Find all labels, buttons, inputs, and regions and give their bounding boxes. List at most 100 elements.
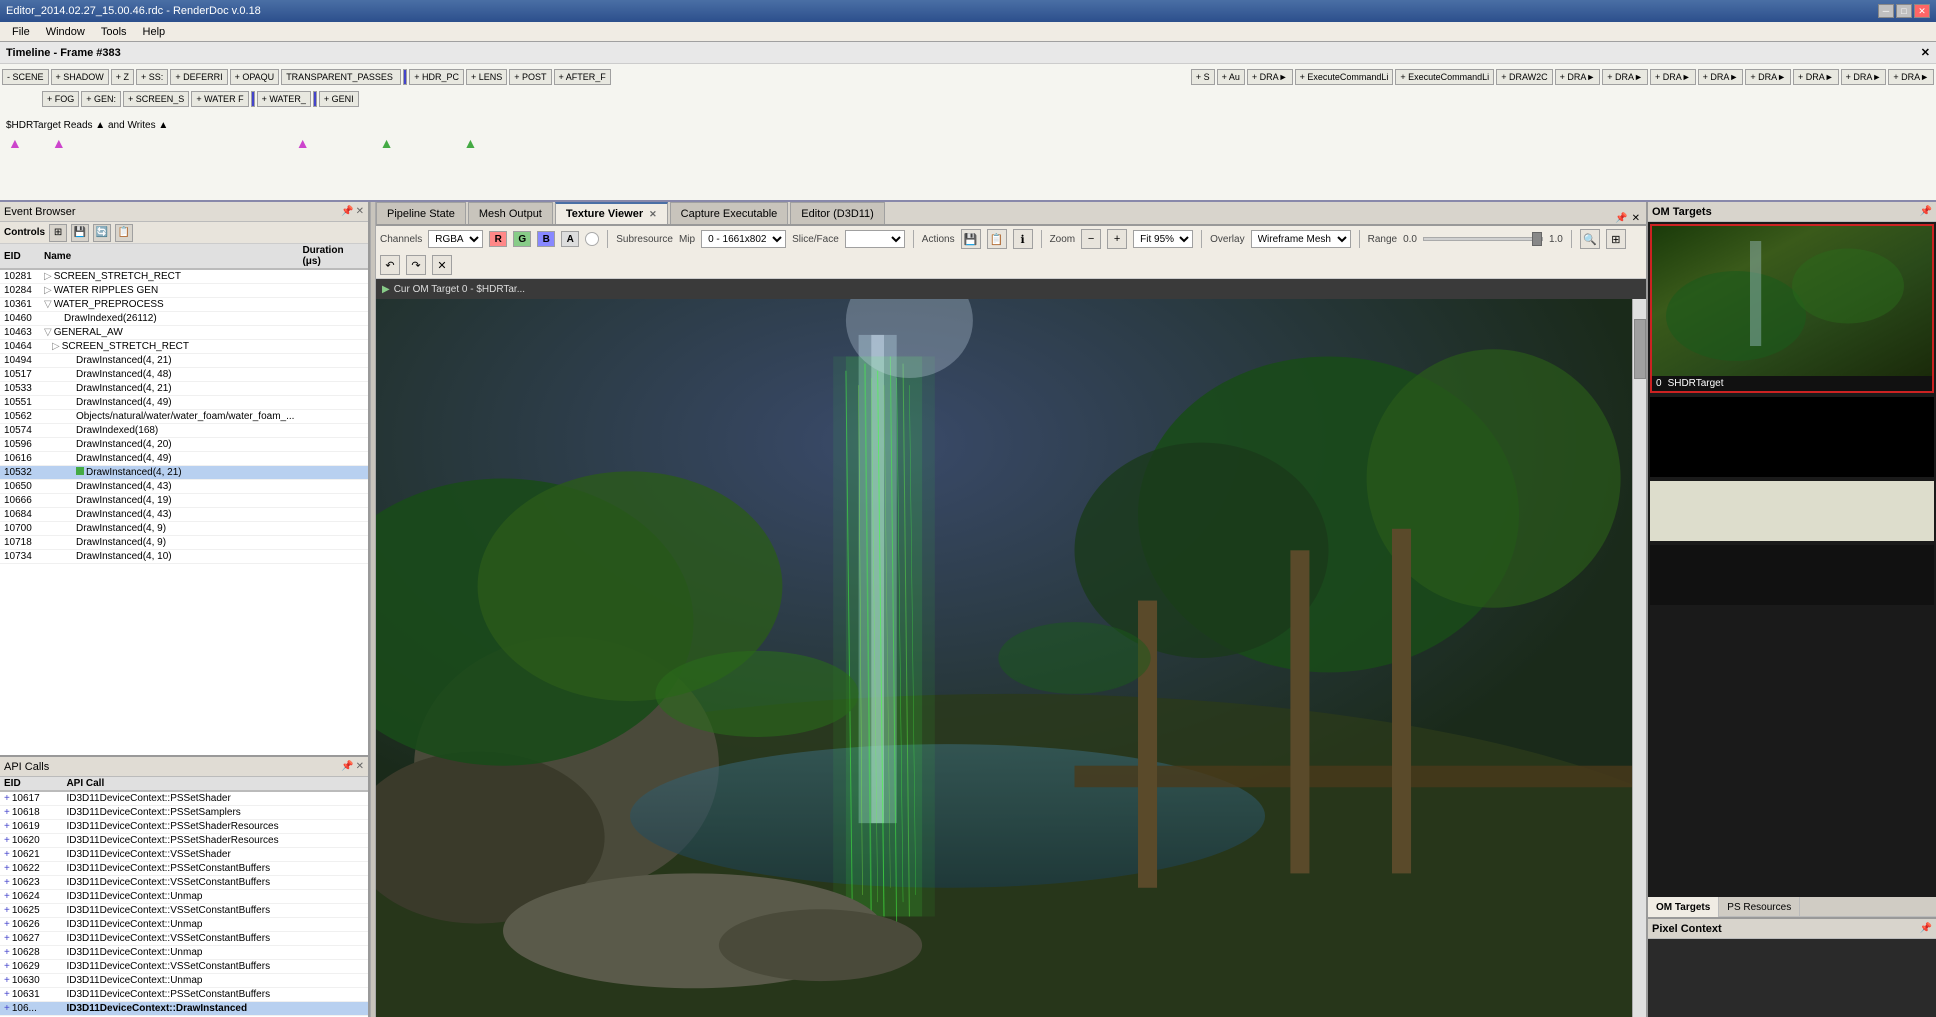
- tl-item[interactable]: + SHADOW: [51, 69, 109, 85]
- tl-item[interactable]: + POST: [509, 69, 551, 85]
- fit-dropdown[interactable]: Fit 95%: [1133, 230, 1193, 248]
- om-tab-ps-resources[interactable]: PS Resources: [1719, 897, 1800, 917]
- tl-item[interactable]: + S: [1191, 69, 1215, 85]
- api-row-10625[interactable]: +10625ID3D11DeviceContext::VSSetConstant…: [0, 904, 368, 918]
- event-row-10650[interactable]: 10650DrawInstanced(4, 43): [0, 480, 368, 494]
- menu-help[interactable]: Help: [135, 22, 174, 42]
- action-copy-btn[interactable]: 📋: [987, 229, 1007, 249]
- api-row-10630[interactable]: +10630ID3D11DeviceContext::Unmap: [0, 974, 368, 988]
- tl-item[interactable]: + OPAQU: [230, 69, 280, 85]
- tl-item[interactable]: + DEFERRI: [170, 69, 227, 85]
- api-row-10620[interactable]: +10620ID3D11DeviceContext::PSSetShaderRe…: [0, 834, 368, 848]
- event-row-10666[interactable]: 10666DrawInstanced(4, 19): [0, 494, 368, 508]
- tab-texture-viewer[interactable]: Texture Viewer ✕: [555, 202, 668, 224]
- tl-item[interactable]: + DRA►: [1247, 69, 1293, 85]
- ctrl-btn-2[interactable]: 💾: [71, 224, 89, 242]
- om-target-0[interactable]: 0 SHDRTarget: [1650, 224, 1934, 393]
- tl-item[interactable]: + AFTER_F: [554, 69, 611, 85]
- range-slider[interactable]: [1423, 237, 1543, 241]
- api-row-10622[interactable]: +10622ID3D11DeviceContext::PSSetConstant…: [0, 862, 368, 876]
- tl-item[interactable]: + DRA►: [1841, 69, 1887, 85]
- api-row-10631[interactable]: +10631ID3D11DeviceContext::PSSetConstant…: [0, 988, 368, 1002]
- event-row-10494[interactable]: 10494DrawInstanced(4, 21): [0, 354, 368, 368]
- mip-dropdown[interactable]: 0 - 1661x802: [701, 230, 786, 248]
- channel-g-btn[interactable]: G: [513, 231, 531, 247]
- overlay-dropdown[interactable]: Wireframe Mesh: [1251, 230, 1351, 248]
- api-row-10627[interactable]: +10627ID3D11DeviceContext::VSSetConstant…: [0, 932, 368, 946]
- tl-item[interactable]: + FOG: [42, 91, 79, 107]
- tab-bar-pin[interactable]: 📌: [1615, 213, 1627, 224]
- tab-texture-close[interactable]: ✕: [649, 209, 657, 220]
- tl-item[interactable]: + DRA►: [1793, 69, 1839, 85]
- ctrl-btn-3[interactable]: 🔄: [93, 224, 111, 242]
- event-row-10616[interactable]: 10616DrawInstanced(4, 49): [0, 452, 368, 466]
- tl-item[interactable]: + WATER_: [257, 91, 311, 107]
- api-row-10617[interactable]: +10617ID3D11DeviceContext::PSSetShader: [0, 791, 368, 806]
- menu-window[interactable]: Window: [38, 22, 93, 42]
- api-row-106...[interactable]: +106...ID3D11DeviceContext::DrawInstance…: [0, 1002, 368, 1016]
- channels-dropdown[interactable]: RGBA: [428, 230, 483, 248]
- event-row-10718[interactable]: 10718DrawInstanced(4, 9): [0, 536, 368, 550]
- tl-item[interactable]: + DRA►: [1650, 69, 1696, 85]
- minimize-button[interactable]: ─: [1878, 4, 1894, 18]
- channel-r-btn[interactable]: R: [489, 231, 507, 247]
- event-row-10532[interactable]: 10532DrawInstanced(4, 21): [0, 466, 368, 480]
- tl-item[interactable]: + DRA►: [1602, 69, 1648, 85]
- api-row-10618[interactable]: +10618ID3D11DeviceContext::PSSetSamplers: [0, 806, 368, 820]
- om-target-white[interactable]: [1650, 481, 1934, 541]
- ctrl-btn-1[interactable]: ⊞: [49, 224, 67, 242]
- timeline-close[interactable]: ✕: [1921, 46, 1930, 59]
- event-row-10284[interactable]: 10284▷WATER RIPPLES GEN: [0, 284, 368, 298]
- zoom-fit-btn[interactable]: ⊞: [1606, 229, 1626, 249]
- event-row-10596[interactable]: 10596DrawInstanced(4, 20): [0, 438, 368, 452]
- tl-item[interactable]: + ExecuteCommandLi: [1295, 69, 1394, 85]
- event-row-10700[interactable]: 10700DrawInstanced(4, 9): [0, 522, 368, 536]
- tl-item[interactable]: + DRA►: [1555, 69, 1601, 85]
- event-row-10734[interactable]: 10734DrawInstanced(4, 10): [0, 550, 368, 564]
- tl-item[interactable]: + LENS: [466, 69, 507, 85]
- zoom-minus-btn[interactable]: −: [1081, 229, 1101, 249]
- api-calls-pin[interactable]: 📌: [341, 761, 353, 772]
- event-row-10281[interactable]: 10281▷SCREEN_STRETCH_RECT: [0, 269, 368, 284]
- tl-item[interactable]: + WATER F: [191, 91, 248, 107]
- event-row-10463[interactable]: 10463▽GENERAL_AW: [0, 326, 368, 340]
- event-row-10460[interactable]: 10460DrawIndexed(26112): [0, 312, 368, 326]
- zoom-plus-btn[interactable]: +: [1107, 229, 1127, 249]
- event-row-10533[interactable]: 10533DrawInstanced(4, 21): [0, 382, 368, 396]
- tl-item[interactable]: + ExecuteCommandLi: [1395, 69, 1494, 85]
- tab-mesh-output[interactable]: Mesh Output: [468, 202, 553, 224]
- tl-item[interactable]: + SS:: [136, 69, 168, 85]
- event-row-10517[interactable]: 10517DrawInstanced(4, 48): [0, 368, 368, 382]
- api-row-10624[interactable]: +10624ID3D11DeviceContext::Unmap: [0, 890, 368, 904]
- om-target-dark2[interactable]: [1650, 545, 1934, 605]
- reset-btn[interactable]: ✕: [432, 255, 452, 275]
- texture-display[interactable]: [376, 299, 1646, 1017]
- tab-capture[interactable]: Capture Executable: [670, 202, 789, 224]
- om-pin[interactable]: 📌: [1920, 206, 1932, 217]
- menu-tools[interactable]: Tools: [93, 22, 135, 42]
- maximize-button[interactable]: □: [1896, 4, 1912, 18]
- tab-pipeline-state[interactable]: Pipeline State: [376, 202, 466, 224]
- event-row-10551[interactable]: 10551DrawInstanced(4, 49): [0, 396, 368, 410]
- action-save-btn[interactable]: 💾: [961, 229, 981, 249]
- action-info-btn[interactable]: ℹ: [1013, 229, 1033, 249]
- api-row-10623[interactable]: +10623ID3D11DeviceContext::VSSetConstant…: [0, 876, 368, 890]
- api-row-10629[interactable]: +10629ID3D11DeviceContext::VSSetConstant…: [0, 960, 368, 974]
- tab-editor[interactable]: Editor (D3D11): [790, 202, 885, 224]
- tl-scene[interactable]: - SCENE: [2, 69, 49, 85]
- event-browser-close[interactable]: ✕: [356, 206, 364, 217]
- api-row-10619[interactable]: +10619ID3D11DeviceContext::PSSetShaderRe…: [0, 820, 368, 834]
- tl-item[interactable]: + HDR_PC: [409, 69, 464, 85]
- api-row-10626[interactable]: +10626ID3D11DeviceContext::Unmap: [0, 918, 368, 932]
- tl-item[interactable]: + GENI: [319, 91, 359, 107]
- om-tab-targets[interactable]: OM Targets: [1648, 897, 1719, 917]
- om-target-black[interactable]: [1650, 397, 1934, 477]
- tl-item[interactable]: + DRA►: [1698, 69, 1744, 85]
- tl-item[interactable]: + DRA►: [1888, 69, 1934, 85]
- api-row-10628[interactable]: +10628ID3D11DeviceContext::Unmap: [0, 946, 368, 960]
- tl-item[interactable]: + GEN:: [81, 91, 121, 107]
- undo-btn[interactable]: ↶: [380, 255, 400, 275]
- event-row-10464[interactable]: 10464▷SCREEN_STRETCH_RECT: [0, 340, 368, 354]
- tl-item[interactable]: + DRAW2C: [1496, 69, 1552, 85]
- event-row-10361[interactable]: 10361▽WATER_PREPROCESS: [0, 298, 368, 312]
